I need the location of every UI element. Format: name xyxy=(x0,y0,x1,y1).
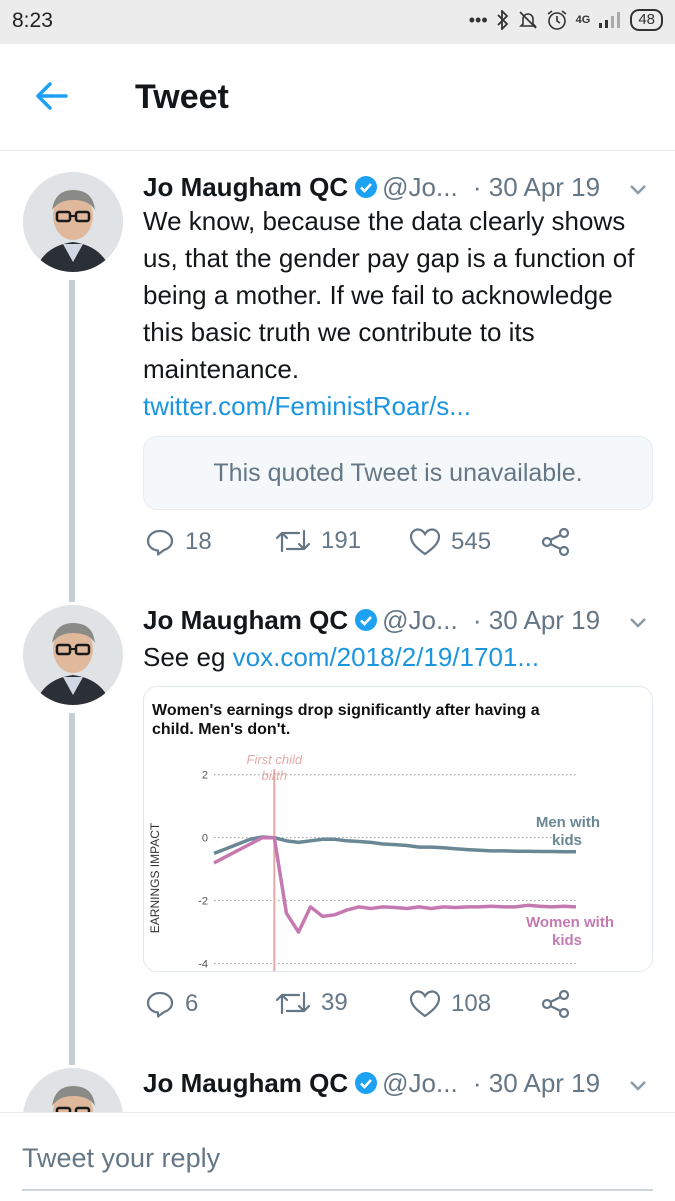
share-icon xyxy=(541,989,570,1019)
annotation-label: First child xyxy=(247,752,303,767)
retweet-button[interactable]: 191 xyxy=(275,527,361,555)
retweet-count: 39 xyxy=(321,989,348,1016)
chevron-down-icon[interactable] xyxy=(627,1074,649,1096)
signal-icon xyxy=(599,12,621,28)
network-label: 4G xyxy=(575,14,591,26)
more-dots-icon: ••• xyxy=(468,9,488,30)
tweet-text: We know, because the data clearly shows … xyxy=(143,206,635,384)
y-tick-label: -4 xyxy=(198,959,208,971)
reply-button[interactable]: 6 xyxy=(145,989,198,1019)
tweet[interactable]: Jo Maugham QC @Jo... · 30 Apr 19 See eg v… xyxy=(0,605,675,1065)
tweet[interactable]: Jo Maugham QC @Jo... · 30 Apr 19 xyxy=(0,1068,675,1112)
tweet-text: See eg xyxy=(143,642,226,672)
annotation-label: birth xyxy=(262,768,287,783)
chart-title: Women's earnings drop significantly afte… xyxy=(152,702,540,738)
avatar[interactable] xyxy=(23,172,123,272)
thread-line xyxy=(69,713,75,1065)
y-tick-label: 2 xyxy=(202,770,208,782)
thread-line xyxy=(69,280,75,602)
reply-icon xyxy=(146,529,174,556)
reply-underline xyxy=(22,1189,653,1191)
bell-off-icon xyxy=(518,11,537,29)
earnings-chart: Women's earnings drop significantly afte… xyxy=(148,702,614,971)
retweet-icon xyxy=(275,991,311,1015)
battery-indicator: 48 xyxy=(630,9,663,31)
share-button[interactable] xyxy=(541,527,571,557)
like-count: 108 xyxy=(451,990,492,1017)
retweet-button[interactable]: 39 xyxy=(275,989,348,1017)
chevron-down-icon[interactable] xyxy=(627,611,649,633)
bluetooth-icon xyxy=(496,10,508,30)
tweet-link[interactable]: twitter.com/FeministRoar/s... xyxy=(143,391,471,421)
like-button[interactable]: 108 xyxy=(409,989,491,1019)
reply-button[interactable]: 18 xyxy=(145,527,212,557)
reply-count: 18 xyxy=(185,528,212,555)
avatar[interactable] xyxy=(23,1068,123,1112)
share-icon xyxy=(541,527,570,557)
retweet-count: 191 xyxy=(321,527,362,554)
series-label: kids xyxy=(552,932,582,949)
status-icons: ••• 4G 48 xyxy=(469,9,663,31)
series-line-men-with-kids xyxy=(213,835,576,856)
y-axis-label: EARNINGS IMPACT xyxy=(148,822,162,933)
page-title: Tweet xyxy=(135,78,229,116)
status-time: 8:23 xyxy=(12,9,53,32)
tweet-date: · 30 Apr 19 xyxy=(472,1068,601,1098)
tweet-actions: 18 191 545 xyxy=(143,527,663,567)
reply-bar: Tweet your reply xyxy=(0,1112,675,1201)
tweet-text-block: See eg vox.com/2018/2/19/1701... xyxy=(143,639,658,676)
avatar-photo xyxy=(23,172,123,272)
series-label: Women with xyxy=(526,914,614,931)
reply-count: 6 xyxy=(185,990,199,1017)
alarm-icon xyxy=(547,10,567,30)
tweet[interactable]: Jo Maugham QC @Jo... · 30 Apr 19 We know,… xyxy=(0,172,675,602)
tweet-actions: 6 39 108 xyxy=(143,989,663,1029)
tweet-header: Jo Maugham QC @Jo... · 30 Apr 19 xyxy=(143,605,663,641)
like-button[interactable]: 545 xyxy=(409,527,491,557)
retweet-icon xyxy=(275,529,311,553)
avatar-photo xyxy=(23,1068,123,1112)
author-handle[interactable]: @Jo... xyxy=(382,1068,458,1098)
avatar[interactable] xyxy=(23,605,123,705)
tweet-text-block: We know, because the data clearly shows … xyxy=(143,203,658,425)
author-name[interactable]: Jo Maugham QC xyxy=(143,1068,348,1098)
tweet-link[interactable]: vox.com/2018/2/19/1701... xyxy=(233,642,539,672)
reply-input[interactable]: Tweet your reply xyxy=(22,1143,220,1174)
app-header: Tweet xyxy=(0,44,675,151)
back-arrow-icon xyxy=(36,82,68,110)
heart-icon xyxy=(409,990,441,1018)
reply-icon xyxy=(146,991,174,1018)
verified-icon xyxy=(355,609,378,631)
y-tick-label: 0 xyxy=(202,833,208,845)
author-handle[interactable]: @Jo... xyxy=(382,172,458,202)
author-name[interactable]: Jo Maugham QC xyxy=(143,172,348,202)
verified-icon xyxy=(355,176,378,198)
verified-icon xyxy=(355,1072,378,1094)
tweet-header: Jo Maugham QC @Jo... · 30 Apr 19 xyxy=(143,1068,663,1104)
chevron-down-icon[interactable] xyxy=(627,178,649,200)
back-button[interactable] xyxy=(30,74,74,118)
y-tick-label: -2 xyxy=(198,896,208,908)
avatar-photo xyxy=(23,605,123,705)
like-count: 545 xyxy=(451,528,492,555)
share-button[interactable] xyxy=(541,989,571,1019)
quoted-tweet-unavailable: This quoted Tweet is unavailable. xyxy=(143,436,653,510)
tweet-date: · 30 Apr 19 xyxy=(472,172,601,202)
author-name[interactable]: Jo Maugham QC xyxy=(143,605,348,635)
status-bar: 8:23 ••• 4G 48 xyxy=(0,0,675,44)
series-label: Men with xyxy=(536,814,600,831)
series-label: kids xyxy=(552,832,582,849)
link-preview-card[interactable]: Women's earnings drop significantly afte… xyxy=(143,686,653,972)
heart-icon xyxy=(409,528,441,556)
tweet-date: · 30 Apr 19 xyxy=(472,605,601,635)
author-handle[interactable]: @Jo... xyxy=(382,605,458,635)
